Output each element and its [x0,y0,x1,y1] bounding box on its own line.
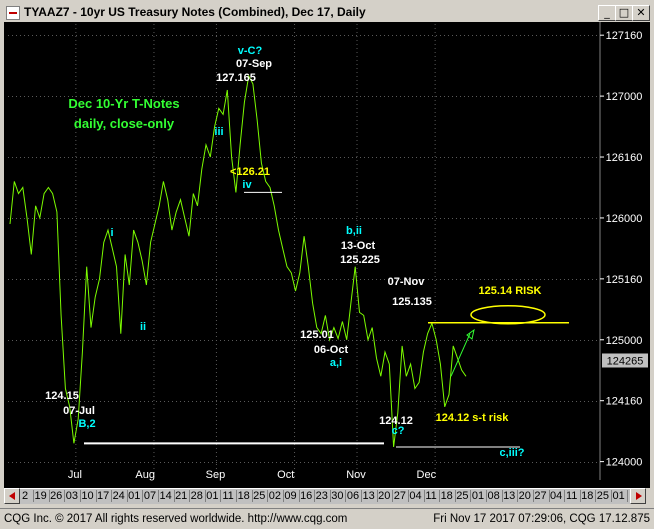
price-tick-label: 125160 [606,274,643,286]
annotation-label: 127.165 [216,72,256,84]
timestamp-text: Fri Nov 17 2017 07:29:06, CQG 17.12.875 [433,513,650,525]
time-axis-day-label: 27 [393,490,409,502]
time-axis-day-label: 17 [96,490,113,502]
annotation-label: 06-Oct [314,344,349,356]
price-tick-label: 124160 [606,396,643,408]
copyright-text: CQG Inc. © 2017 All rights reserved worl… [4,513,348,525]
annotation-label: 07-Sep [236,58,272,70]
time-axis-day-label: 04 [409,490,425,502]
price-tick-label: 125000 [606,335,643,347]
time-axis-day-label: 21 [174,490,191,502]
annotation-label: daily, close-only [74,116,175,131]
month-label: Nov [346,469,366,481]
time-axis-day-label: 24 [112,490,128,502]
month-label: Jul [68,469,82,481]
time-axis-day-label: 19 [34,490,50,502]
annotation-label: 124.15 [45,390,79,402]
annotation-label: <126.21 [230,166,270,178]
time-axis-day-label: 18 [440,490,456,502]
time-axis-day-label: 20 [518,490,534,502]
title-bar[interactable]: TYAAZ7 - 10yr US Treasury Notes (Combine… [2,2,652,22]
time-axis-day-label: 25 [252,490,269,502]
annotation-label: c,iii? [499,447,524,459]
price-tick-label: 126160 [606,152,643,164]
chart-window: TYAAZ7 - 10yr US Treasury Notes (Combine… [0,0,654,529]
scroll-right-button[interactable] [630,488,646,504]
time-axis-day-label: 01 [127,490,144,502]
chart-area[interactable]: 127160 127000 126160 126000 125160 125000 1241… [4,22,650,488]
scroll-left-button[interactable] [4,488,20,504]
time-axis-day-label: 11 [424,490,441,502]
time-axis-day-label: 07 [143,490,159,502]
annotation-label: B,2 [78,418,95,430]
time-axis-day-label: 27 [534,490,550,502]
time-axis-top [4,480,650,488]
time-axis-day-label: 23 [315,490,331,502]
time-axis-day-label: 11 [565,490,581,502]
chart-background [4,22,650,488]
minimize-icon: _ [604,6,610,19]
annotation-label: 125.14 RISK [479,285,542,297]
annotation-label: iii [214,126,223,138]
time-axis-day-label: 01 [471,490,487,502]
time-axis-day-label: 13 [362,490,378,502]
maximize-icon: □ [618,6,630,19]
last-price-label: 124265 [607,355,644,367]
annotation-label: iv [242,179,252,191]
annotation-label: Dec 10-Yr T-Notes [68,96,179,111]
month-label: Oct [277,469,294,481]
time-axis-day-label: 30 [330,490,347,502]
time-axis-day-label: 08 [487,490,503,502]
time-axis-day-label: 25 [455,490,472,502]
price-tick-label: 126000 [606,213,643,225]
maximize-button[interactable]: □ [615,5,633,21]
minimize-button[interactable]: _ [598,5,616,21]
time-axis-day-label: 01 [205,490,222,502]
time-axis-day-label: 11 [221,490,238,502]
window-title: TYAAZ7 - 10yr US Treasury Notes (Combine… [24,5,366,19]
annotation-label: 07-Nov [388,276,426,288]
time-axis-day-label: 18 [580,490,597,502]
price-tick-label: 127160 [606,30,643,42]
time-axis-day-label: 06 [346,490,362,502]
time-axis-day-label: 01 [612,490,628,502]
time-axis-day-label: 26 [49,490,66,502]
annotation-label: ii [140,321,146,333]
month-label: Aug [135,469,155,481]
annotation-label: 124.12 s-t risk [436,412,510,424]
annotation-label: c? [392,425,405,437]
time-axis-day-label: 18 [237,490,253,502]
time-axis[interactable]: 2 19 26 03 10 17 24 01 07 14 21 28 01 11 18 25 02 09 16 23 3… [20,488,630,504]
status-bar: CQG Inc. © 2017 All rights reserved worl… [0,508,654,529]
month-label: Dec [417,469,437,481]
annotation-label: 125.135 [392,296,432,308]
price-tick-label: 124000 [606,457,643,469]
time-axis-day-label: 25 [596,490,612,502]
annotation-label: i [110,227,113,239]
time-axis-day-label: 20 [377,490,394,502]
month-label: Sep [206,469,226,481]
time-axis-day-label: 03 [65,490,81,502]
close-icon: ✕ [636,6,646,19]
time-axis-day-label: 04 [549,490,566,502]
annotation-label: 13-Oct [341,240,376,252]
annotation-label: 125.01 [300,329,334,341]
annotation-label: a,i [330,357,342,369]
time-axis-day-label: 02 [268,490,284,502]
app-icon[interactable] [6,6,20,20]
time-axis-day-label: 16 [299,490,316,502]
price-chart[interactable]: 127160 127000 126160 126000 125160 125000 1241… [4,22,650,488]
annotation-label: 07-Jul [63,405,95,417]
annotation-label: v-C? [238,45,263,57]
time-axis-day-label: 14 [159,490,175,502]
price-tick-label: 127000 [606,91,643,103]
time-axis-day-label: 10 [81,490,97,502]
time-axis-day-label: 2 [20,490,34,502]
time-axis-day-label: 13 [502,490,519,502]
annotation-label: b,ii [346,225,362,237]
time-axis-day-label: 28 [190,490,206,502]
time-axis-day-label: 09 [284,490,300,502]
close-button[interactable]: ✕ [632,5,650,21]
annotation-label: 125.225 [340,254,380,266]
